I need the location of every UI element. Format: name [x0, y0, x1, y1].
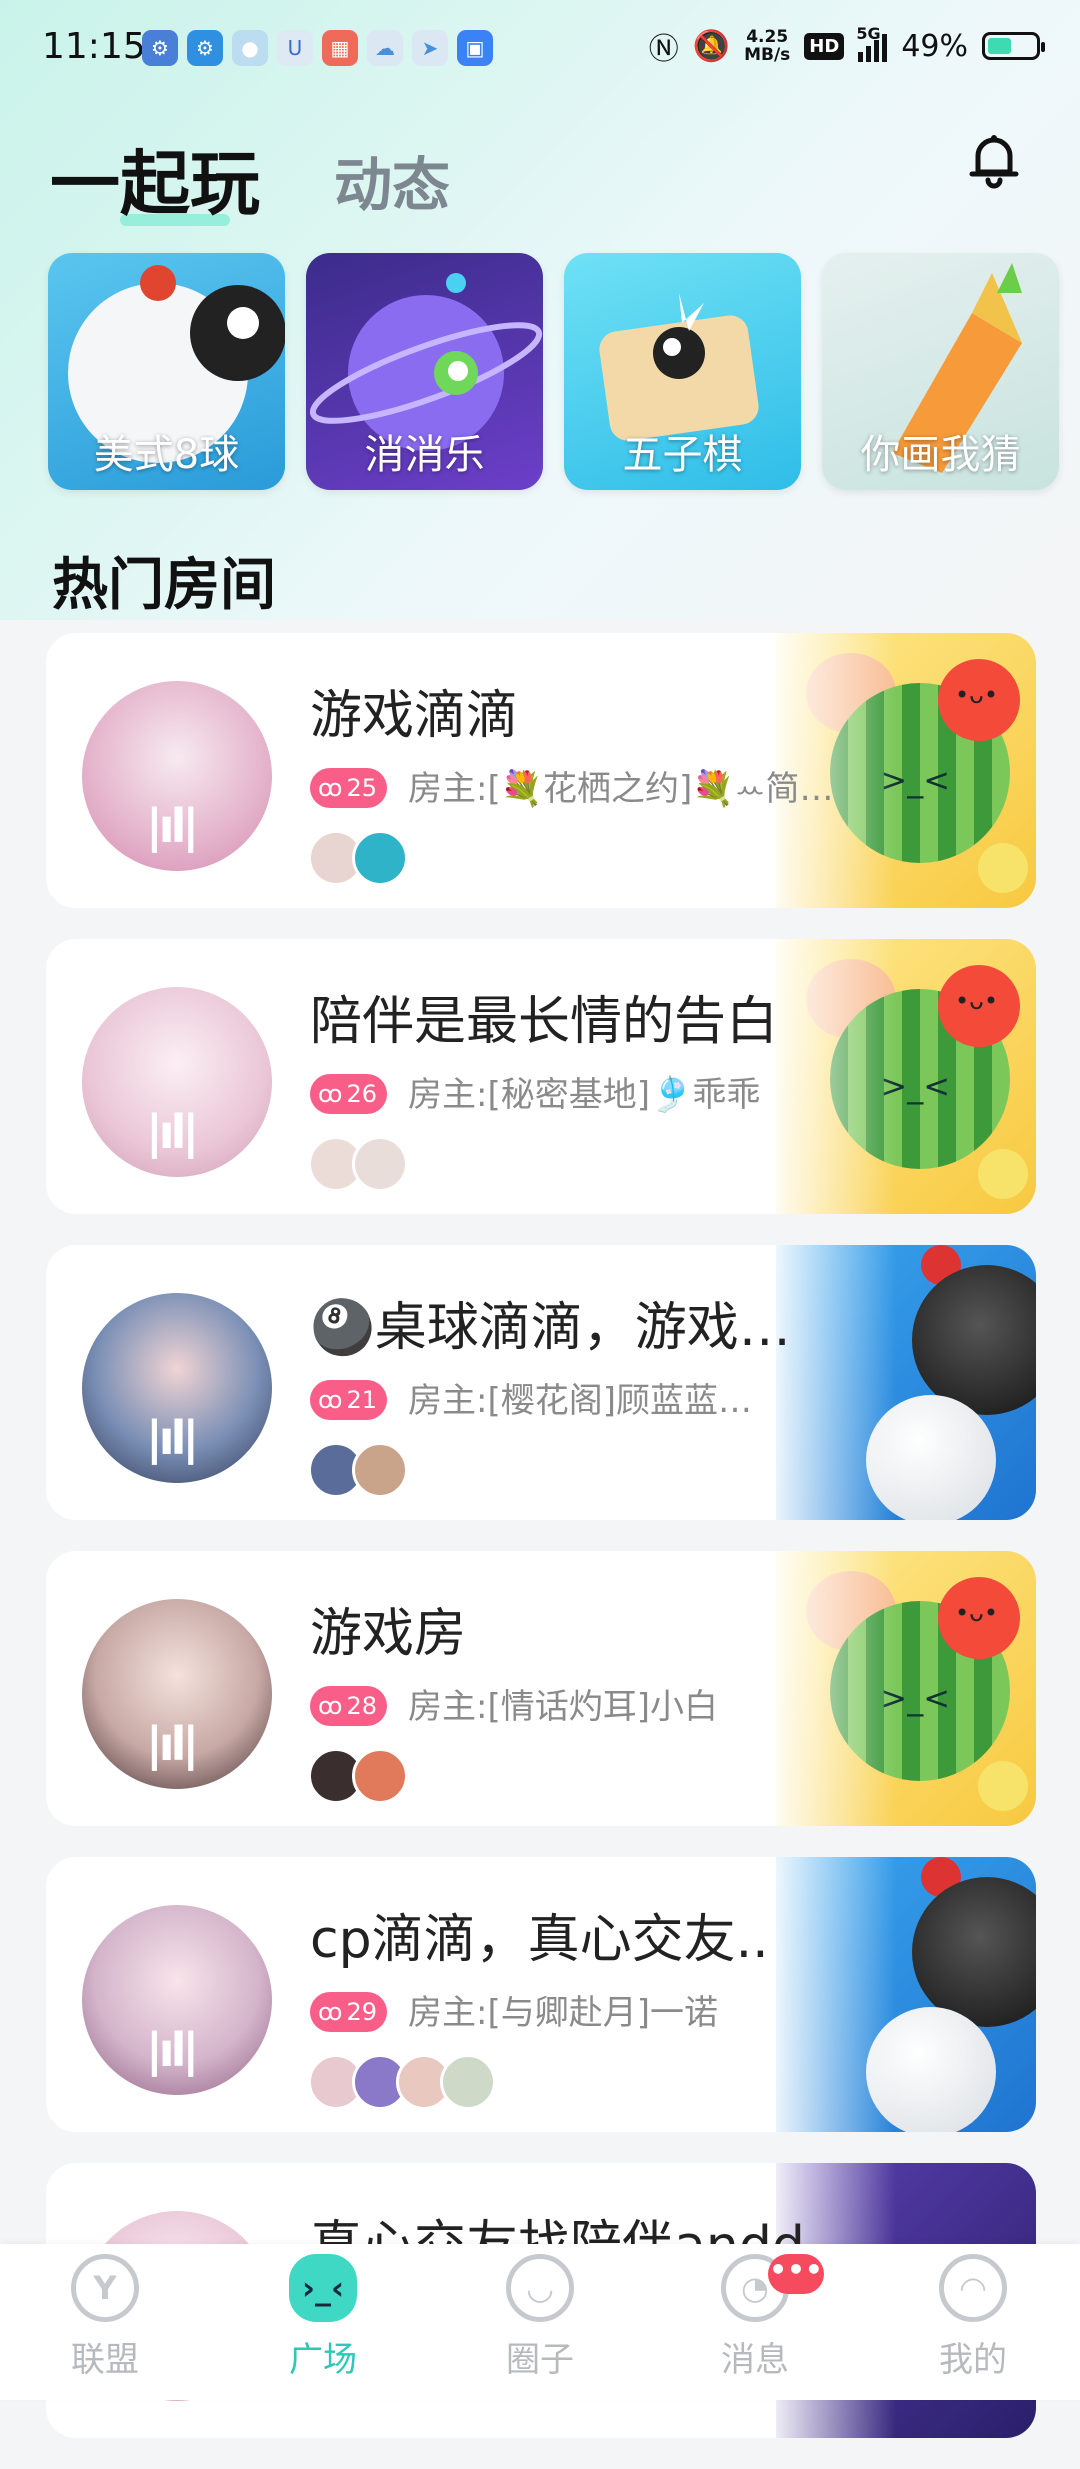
weather-notification-icon: ☁ [367, 30, 403, 66]
nav-alliance[interactable]: Y 联盟 [30, 2254, 180, 2381]
member-avatar [352, 1136, 408, 1192]
room-host: 房主:[情话灼耳]小白 [408, 1687, 718, 1727]
member-avatar [352, 830, 408, 886]
room-title: 🎱桌球滴滴，游戏… [310, 1298, 791, 1358]
user-icon: ꝏ [318, 1998, 343, 2026]
room-card[interactable]: >_< •ᴗ• |ıl| 游戏房 ꝏ 28 房主:[情话灼耳]小白 [46, 1551, 1036, 1826]
app-notification-icon: ⚙ [142, 30, 178, 66]
host-avatar[interactable]: |ıl| [82, 681, 272, 871]
voice-wave-icon: |ıl| [146, 1411, 199, 1465]
member-avatars [308, 1748, 408, 1804]
member-avatar [352, 1748, 408, 1804]
shield-notification-icon: U [277, 30, 313, 66]
member-count-badge: ꝏ 28 [310, 1686, 387, 1726]
battery-percent: 49% [901, 28, 968, 64]
status-bar: 11:15 ⚙ ⚙ ● U ▦ ☁ ➤ ▣ Ⓝ 🔕 4.25 MB/s HD 5… [0, 0, 1080, 100]
room-title: cp滴滴，真心交友.. [310, 1910, 769, 1970]
user-icon: ꝏ [318, 1692, 343, 1720]
hot-rooms-title: 热门房间 [52, 553, 276, 618]
hd-badge: HD [804, 32, 845, 60]
chat-notification-icon: ● [232, 30, 268, 66]
member-avatars [308, 1136, 408, 1192]
smile-icon: ◡ [506, 2254, 574, 2322]
profile-face-icon: ◠ [939, 2254, 1007, 2322]
voice-wave-icon: |ıl| [146, 1717, 199, 1771]
member-count-badge: ꝏ 25 [310, 768, 387, 808]
game-tile-8ball[interactable]: 美式8球 [48, 253, 285, 490]
user-icon: ꝏ [318, 774, 343, 802]
signal-icon: 5G [856, 24, 888, 62]
nav-circle[interactable]: ◡ 圈子 [465, 2254, 615, 2381]
tab-play-together[interactable]: 一起玩 [50, 128, 260, 229]
tab-feed[interactable]: 动态 [334, 138, 450, 222]
voice-wave-icon: |ıl| [146, 799, 199, 853]
host-avatar[interactable]: |ıl| [82, 987, 272, 1177]
nav-profile[interactable]: ◠ 我的 [898, 2254, 1048, 2381]
game-tile-match3[interactable]: 消消乐 [306, 253, 543, 490]
room-card[interactable]: >_< •ᴗ• |ıl| 陪伴是最长情的告白 ꝏ 26 房主:[秘密基地]🎐乖乖 [46, 939, 1036, 1214]
member-count-badge: ꝏ 26 [310, 1074, 387, 1114]
room-host: 房主:[秘密基地]🎐乖乖 [408, 1075, 761, 1115]
room-host: 房主:[与卿赴月]一诺 [408, 1993, 718, 2033]
room-host: 房主:[💐花栖之约]💐ꕀ简单✨ [408, 769, 848, 809]
member-avatar [352, 1442, 408, 1498]
member-avatar [440, 2054, 496, 2110]
user-icon: ꝏ [318, 1080, 343, 1108]
host-avatar[interactable]: |ıl| [82, 1293, 272, 1483]
nfc-icon: Ⓝ [648, 32, 679, 67]
host-avatar[interactable]: |ıl| [82, 1905, 272, 2095]
nav-messages[interactable]: ◔ ••• 消息 [680, 2254, 830, 2381]
notification-icons: ⚙ ⚙ ● U ▦ ☁ ➤ ▣ [142, 30, 493, 66]
alliance-icon: Y [71, 2254, 139, 2322]
voice-wave-icon: |ıl| [146, 2023, 199, 2077]
bottom-nav: Y 联盟 ›_‹ 广场 ◡ 圈子 ◔ ••• 消息 ◠ 我的 [0, 2244, 1080, 2400]
room-card[interactable]: |ıl| 🎱桌球滴滴，游戏… ꝏ 21 房主:[樱花阁]顾蓝蓝… [46, 1245, 1036, 1520]
status-time: 11:15 [42, 26, 146, 67]
status-right: Ⓝ 🔕 4.25 MB/s HD 5G 49% [648, 24, 1045, 68]
send-notification-icon: ➤ [412, 30, 448, 66]
member-avatars [308, 2054, 496, 2110]
game-tile-draw-guess[interactable]: 你画我猜 [822, 253, 1059, 490]
unread-badge: ••• [768, 2254, 824, 2294]
member-count-badge: ꝏ 29 [310, 1992, 387, 2032]
room-list: >_< •ᴗ• |ıl| 游戏滴滴 ꝏ 25 房主:[💐花栖之约]💐ꕀ简单✨ >_<… [46, 633, 1036, 2469]
user-icon: ꝏ [318, 1386, 343, 1414]
member-avatars [308, 1442, 408, 1498]
calendar-notification-icon: ▦ [322, 30, 358, 66]
room-card[interactable]: |ıl| cp滴滴，真心交友.. ꝏ 29 房主:[与卿赴月]一诺 [46, 1857, 1036, 2132]
host-avatar[interactable]: |ıl| [82, 1599, 272, 1789]
app-notification-icon: ⚙ [187, 30, 223, 66]
game-tile-gomoku[interactable]: 五子棋 [564, 253, 801, 490]
bell-icon[interactable] [962, 128, 1026, 192]
clipboard-notification-icon: ▣ [457, 30, 493, 66]
voice-wave-icon: |ıl| [146, 1105, 199, 1159]
member-avatars [308, 830, 408, 886]
room-host: 房主:[樱花阁]顾蓝蓝… [408, 1381, 752, 1421]
room-title: 陪伴是最长情的告白 [310, 992, 779, 1052]
nav-square[interactable]: ›_‹ 广场 [248, 2254, 398, 2381]
room-title: 游戏房 [310, 1604, 467, 1664]
member-count-badge: ꝏ 21 [310, 1380, 387, 1420]
room-title: 游戏滴滴 [310, 686, 519, 746]
net-speed: 4.25 MB/s [744, 27, 791, 65]
game-list: 美式8球 消消乐 五子棋 你画我猜 [48, 253, 1059, 490]
room-card[interactable]: >_< •ᴗ• |ıl| 游戏滴滴 ꝏ 25 房主:[💐花栖之约]💐ꕀ简单✨ [46, 633, 1036, 908]
mute-icon: 🔕 [692, 28, 731, 64]
star-face-icon: ›_‹ [289, 2254, 357, 2322]
battery-icon [982, 32, 1045, 60]
